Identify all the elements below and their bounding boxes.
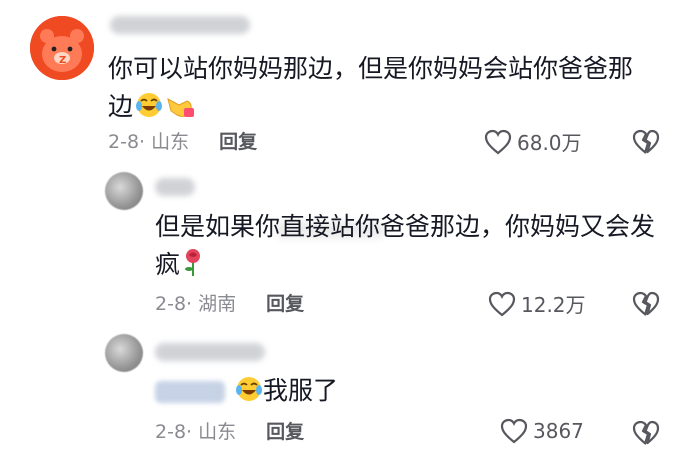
- mention-blurred[interactable]: [155, 381, 225, 403]
- username-blurred[interactable]: [155, 178, 195, 196]
- comment-date: 2-8: [155, 421, 187, 443]
- like-button[interactable]: 12.2万: [488, 289, 586, 318]
- comment-date: 2-8: [155, 293, 187, 315]
- bear-avatar-icon: Z: [30, 16, 94, 80]
- heart-icon: [484, 129, 512, 154]
- heart-icon: [500, 418, 528, 444]
- reply-button[interactable]: 回复: [219, 131, 257, 153]
- dislike-button[interactable]: [631, 128, 661, 156]
- dislike-button[interactable]: [631, 419, 661, 447]
- like-count: 12.2万: [521, 293, 586, 317]
- reply-button[interactable]: 回复: [266, 293, 304, 315]
- comment-location: · 山东: [186, 421, 237, 443]
- comment-location: · 山东: [139, 131, 190, 153]
- like-button[interactable]: 68.0万: [484, 127, 582, 156]
- like-count: 3867: [533, 419, 584, 443]
- pointing-hand-icon: [165, 91, 195, 130]
- comment-text: 你可以站你妈妈那边，但是你妈妈会站你爸爸那边: [108, 50, 648, 130]
- comment-body: 我服了: [263, 376, 339, 405]
- broken-heart-icon: [632, 291, 660, 316]
- comment-meta: 2-8· 山东 回复: [108, 130, 257, 154]
- comment-meta: 2-8· 湖南 回复: [155, 292, 304, 316]
- avatar[interactable]: [105, 334, 143, 372]
- comment-thread: Z 你可以站你妈妈那边，但是你妈妈会站你爸爸那边 2-8· 山东 回复 68.0…: [0, 0, 690, 458]
- broken-heart-icon: [632, 129, 660, 154]
- reply-button[interactable]: 回复: [266, 421, 304, 443]
- dislike-button[interactable]: [631, 290, 661, 318]
- broken-heart-icon: [632, 420, 660, 445]
- avatar[interactable]: [105, 172, 143, 210]
- svg-text:Z: Z: [59, 55, 66, 66]
- comment-body: 但是如果你直接站你爸爸那边，你妈妈又会发疯: [155, 212, 656, 279]
- rose-icon: [182, 247, 204, 288]
- heart-icon: [488, 291, 516, 316]
- username-blurred[interactable]: [110, 16, 250, 34]
- comment-text: 我服了: [155, 372, 555, 414]
- laugh-cry-emoji-icon: [235, 375, 263, 414]
- avatar[interactable]: Z: [30, 16, 94, 80]
- comment-date: 2-8: [108, 131, 140, 153]
- like-button[interactable]: 3867: [500, 418, 584, 444]
- comment-text: 但是如果你直接站你爸爸那边，你妈妈又会发疯: [155, 208, 665, 288]
- username-blurred[interactable]: [155, 343, 265, 361]
- comment-meta: 2-8· 山东 回复: [155, 420, 304, 444]
- like-count: 68.0万: [517, 131, 582, 155]
- comment-location: · 湖南: [186, 293, 237, 315]
- laugh-cry-emoji-icon: [135, 91, 163, 130]
